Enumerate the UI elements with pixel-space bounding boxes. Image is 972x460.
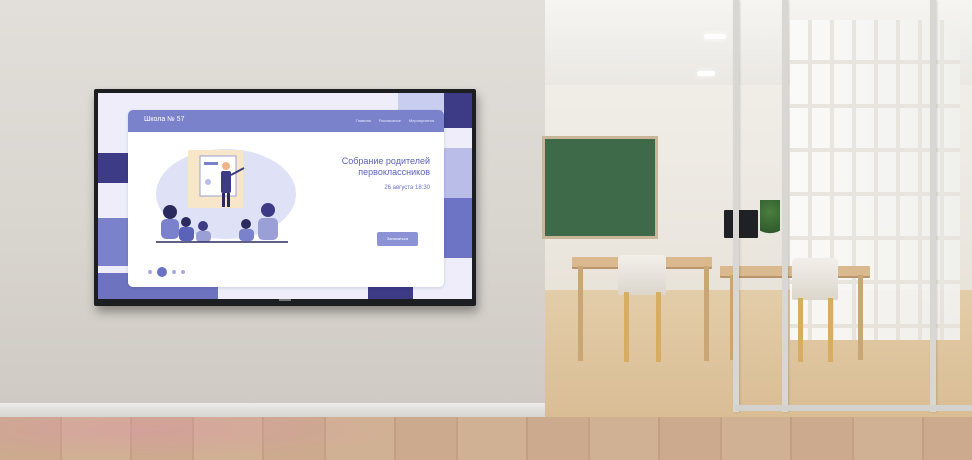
chair-leg bbox=[624, 292, 629, 362]
event-title: Собрание родителей первоклассников bbox=[290, 156, 430, 178]
event-title-line: первоклассников bbox=[358, 167, 430, 177]
glass-door-frame bbox=[782, 0, 788, 412]
desk-leg bbox=[858, 275, 863, 360]
chair bbox=[792, 258, 838, 300]
decor-block bbox=[444, 198, 472, 258]
decor-block bbox=[98, 153, 128, 183]
computer-monitor bbox=[724, 210, 758, 238]
chair-leg bbox=[828, 298, 833, 362]
meeting-illustration bbox=[156, 149, 296, 243]
carousel-dot-active[interactable] bbox=[157, 267, 167, 277]
decor-block bbox=[398, 93, 444, 111]
decor-block bbox=[444, 93, 472, 128]
desk-leg bbox=[704, 266, 709, 361]
floor-reflection bbox=[0, 417, 400, 460]
nav-item-schedule[interactable]: Расписание bbox=[379, 118, 401, 123]
announcement-card: Школа № 57 Главная Расписание Мероприяти… bbox=[128, 110, 444, 287]
chalkboard bbox=[542, 136, 658, 239]
glass-door-frame bbox=[930, 0, 936, 412]
tv-screen: Школа № 57 Главная Расписание Мероприяти… bbox=[98, 93, 472, 299]
chair-leg bbox=[798, 298, 803, 362]
chair bbox=[618, 255, 666, 295]
tv-brand-logo bbox=[279, 299, 291, 301]
event-date: 26 августа 18:30 bbox=[384, 185, 430, 191]
school-name[interactable]: Школа № 57 bbox=[144, 116, 184, 123]
carousel-dot[interactable] bbox=[172, 270, 176, 274]
plant bbox=[760, 200, 780, 240]
desk-leg bbox=[578, 266, 583, 361]
glass-door-rail bbox=[735, 405, 972, 411]
signup-button[interactable]: Записаться bbox=[377, 232, 418, 246]
event-title-line: Собрание родителей bbox=[341, 156, 430, 166]
decor-block bbox=[444, 148, 472, 198]
glass-door-frame bbox=[733, 0, 739, 412]
nav-item-home[interactable]: Главная bbox=[356, 118, 371, 123]
baseboard bbox=[0, 403, 545, 417]
ceiling-light bbox=[704, 34, 726, 39]
carousel-dots bbox=[148, 267, 185, 277]
wall-tv: Школа № 57 Главная Расписание Мероприяти… bbox=[94, 89, 476, 306]
ceiling-light bbox=[697, 71, 715, 76]
chair-leg bbox=[656, 292, 661, 362]
site-header: Школа № 57 Главная Расписание Мероприяти… bbox=[128, 110, 444, 132]
decor-block bbox=[98, 218, 128, 266]
carousel-dot[interactable] bbox=[148, 270, 152, 274]
site-nav: Главная Расписание Мероприятия bbox=[356, 118, 434, 123]
nav-item-events[interactable]: Мероприятия bbox=[409, 118, 434, 123]
carousel-dot[interactable] bbox=[181, 270, 185, 274]
